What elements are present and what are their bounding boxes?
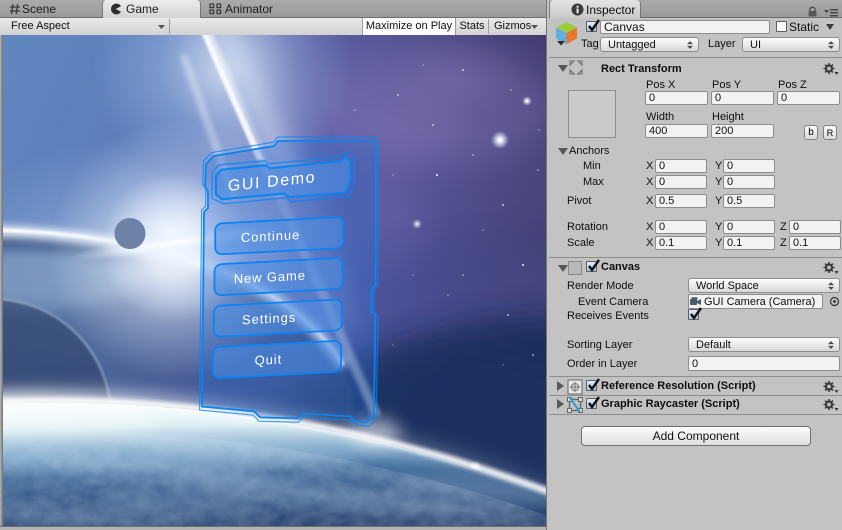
svg-text:Quit: Quit [255, 352, 282, 368]
svg-text:Settings: Settings [242, 310, 296, 328]
svg-text:Continue: Continue [241, 227, 300, 245]
